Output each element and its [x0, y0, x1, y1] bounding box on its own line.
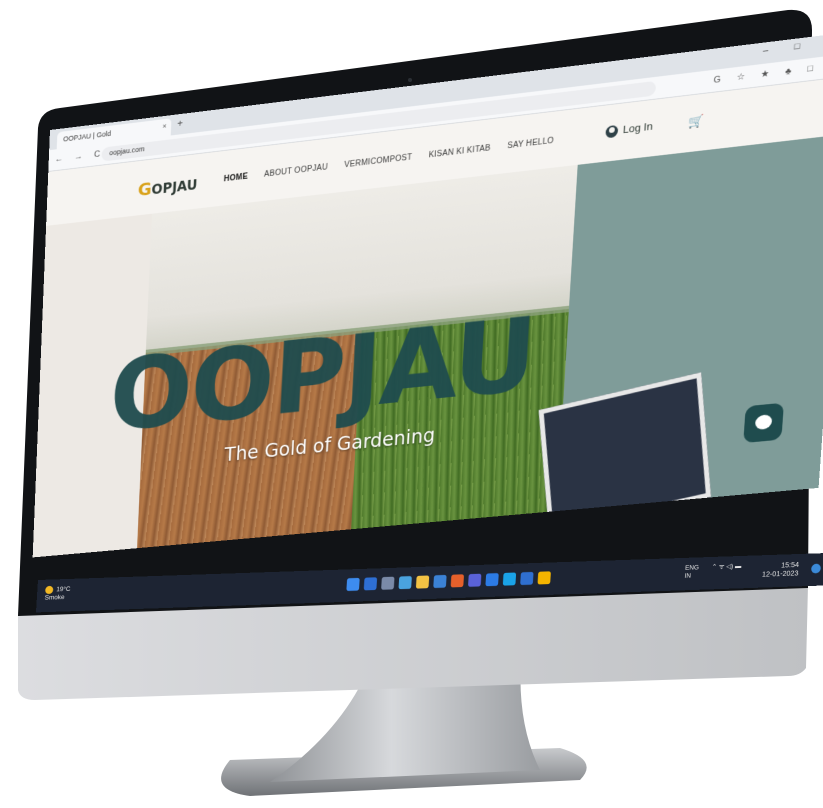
- logo-mark-icon: G: [137, 179, 153, 201]
- taskbar-app-icon[interactable]: [381, 576, 395, 590]
- system-tray[interactable]: ENG ⌃ ᯤ ◁) ▬ IN: [684, 562, 741, 580]
- notification-icon[interactable]: [810, 563, 822, 574]
- clock-time: 15:54: [780, 560, 800, 569]
- clock[interactable]: 15:54 12-01-2023: [761, 560, 800, 579]
- taskbar-app-icon[interactable]: [450, 574, 465, 588]
- cart-icon[interactable]: 🛒: [688, 113, 704, 130]
- scene: OOPJAU | Gold × + – □ × ← → C oopjau.com…: [0, 0, 823, 808]
- tab-title: OOPJAU | Gold: [62, 129, 112, 144]
- weather-label: Smoke: [44, 593, 65, 602]
- login-button[interactable]: Log In: [605, 120, 653, 139]
- taskbar-app-icon[interactable]: [502, 572, 517, 586]
- nav-kisan-ki-kitab[interactable]: KISAN KI KITAB: [428, 144, 490, 160]
- taskbar-app-icon[interactable]: [485, 572, 499, 587]
- taskbar-app-icon[interactable]: [537, 571, 551, 585]
- clock-date: 12-01-2023: [761, 569, 799, 579]
- taskbar-app-icon[interactable]: [415, 575, 430, 589]
- nav-home[interactable]: HOME: [224, 172, 249, 183]
- weather-temp: 19°C: [56, 585, 71, 594]
- site-logo[interactable]: GOPJAU: [137, 174, 197, 200]
- logo-text: OPJAU: [151, 177, 198, 199]
- login-label: Log In: [622, 119, 654, 136]
- new-tab-icon[interactable]: +: [177, 118, 183, 130]
- taskbar-app-icon[interactable]: [520, 571, 534, 585]
- tray-icons[interactable]: ⌃ ᯤ ◁) ▬: [711, 562, 741, 570]
- taskbar-apps: [346, 570, 555, 592]
- taskbar-app-icon[interactable]: [363, 577, 378, 591]
- language-line-1: ENG: [684, 563, 700, 572]
- user-icon: [605, 124, 619, 139]
- chat-icon[interactable]: [743, 402, 784, 444]
- taskbar-app-icon[interactable]: [468, 573, 482, 587]
- nav-vermicompost[interactable]: VERMICOMPOST: [344, 153, 412, 170]
- taskbar-app-icon[interactable]: [346, 577, 360, 591]
- taskbar-app-icon[interactable]: [433, 574, 447, 588]
- tab-close-icon[interactable]: ×: [162, 122, 166, 130]
- language-line-2: IN: [684, 572, 692, 580]
- nav-buttons[interactable]: ← → C: [55, 149, 105, 164]
- nav-about[interactable]: ABOUT OOPJAU: [264, 163, 328, 179]
- nav-say-hello[interactable]: SAY HELLO: [507, 136, 554, 150]
- taskbar-app-icon[interactable]: [398, 575, 412, 590]
- webcam: [408, 78, 412, 82]
- weather-widget[interactable]: 19°C Smoke: [45, 585, 71, 602]
